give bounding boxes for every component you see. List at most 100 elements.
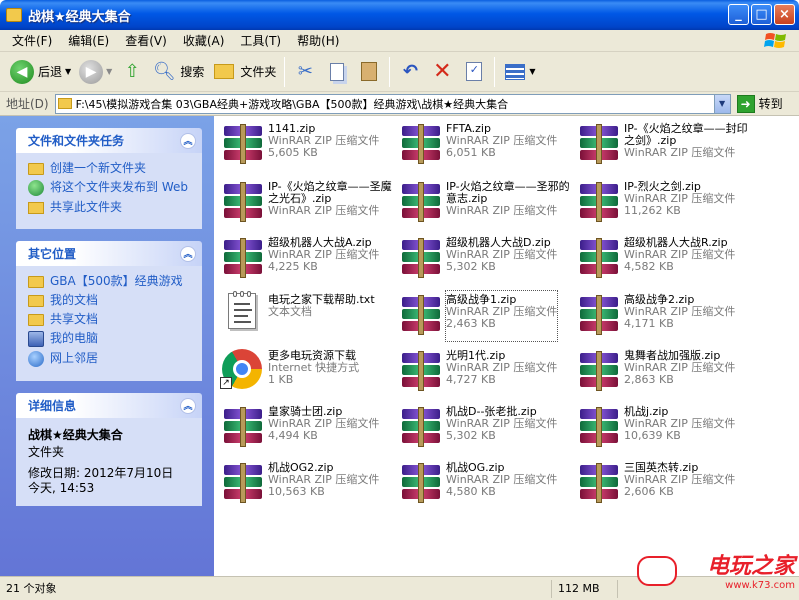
minimize-button[interactable]: _ xyxy=(728,4,749,25)
file-icon xyxy=(574,403,622,451)
file-item[interactable]: 超级机器人大战A.zip WinRAR ZIP 压缩文件 4,225 KB xyxy=(218,234,394,284)
paste-button[interactable] xyxy=(353,55,385,89)
details-header[interactable]: 详细信息 ︽ xyxy=(16,393,202,418)
shortcut-arrow-icon: ↗ xyxy=(220,377,232,389)
place-parent-folder[interactable]: GBA【500款】经典游戏 xyxy=(28,274,194,289)
go-button[interactable]: ➜ 转到 xyxy=(736,94,783,113)
close-button[interactable]: × xyxy=(774,4,795,25)
link-label: 创建一个新文件夹 xyxy=(50,161,147,175)
share-folder-icon xyxy=(28,202,44,214)
link-label: GBA【500款】经典游戏 xyxy=(50,274,183,288)
place-my-documents[interactable]: 我的文档 xyxy=(28,293,194,308)
computer-icon xyxy=(28,331,44,347)
file-item[interactable]: 鬼舞者战加强版.zip WinRAR ZIP 压缩文件 2,863 KB xyxy=(574,347,750,397)
delete-button[interactable]: ✕ xyxy=(426,55,458,89)
file-list[interactable]: 1141.zip WinRAR ZIP 压缩文件 5,605 KB FFTA.zip W… xyxy=(214,116,799,576)
file-item[interactable]: 机战j.zip WinRAR ZIP 压缩文件 10,639 KB xyxy=(574,403,750,453)
file-item[interactable]: 电玩之家下载帮助.txt 文本文档 xyxy=(218,291,394,341)
file-icon xyxy=(396,178,444,226)
file-size: 5,302 KB xyxy=(446,429,496,442)
file-item[interactable]: IP-火焰之纹章——圣邪的意志.zip WinRAR ZIP 压缩文件 xyxy=(396,178,572,228)
file-item[interactable]: 机战OG.zip WinRAR ZIP 压缩文件 4,580 KB xyxy=(396,459,572,509)
other-places-header[interactable]: 其它位置 ︽ xyxy=(16,241,202,266)
winrar-archive-icon xyxy=(580,295,618,335)
file-item[interactable]: ↗ 更多电玩资源下载 Internet 快捷方式 1 KB xyxy=(218,347,394,397)
new-folder-icon xyxy=(28,163,44,175)
file-item[interactable]: 皇家骑士团.zip WinRAR ZIP 压缩文件 4,494 KB xyxy=(218,403,394,453)
back-button[interactable]: ◀ 后退 ▼ xyxy=(6,55,75,89)
file-text: IP-《火焰之纹章——圣魔之光石》.zip WinRAR ZIP 压缩文件 xyxy=(268,178,394,228)
address-path: F:\45\模拟游戏合集 03\GBA经典+游戏攻略\GBA【500款】经典游戏… xyxy=(75,97,509,111)
collapse-icon[interactable]: ︽ xyxy=(180,245,196,262)
copy-button[interactable] xyxy=(321,55,353,89)
shared-documents-icon xyxy=(28,314,44,326)
watermark-brand: 电玩之家 xyxy=(706,554,795,579)
file-size: 4,225 KB xyxy=(268,260,318,273)
folder-icon xyxy=(28,276,44,288)
address-bar: 地址(D) F:\45\模拟游戏合集 03\GBA经典+游戏攻略\GBA【500… xyxy=(0,92,799,116)
file-text: 超级机器人大战D.zip WinRAR ZIP 压缩文件 5,302 KB xyxy=(446,234,557,284)
file-item[interactable]: 1141.zip WinRAR ZIP 压缩文件 5,605 KB xyxy=(218,120,394,170)
file-text: 更多电玩资源下载 Internet 快捷方式 1 KB xyxy=(268,347,359,397)
file-item[interactable]: 机战OG2.zip WinRAR ZIP 压缩文件 10,563 KB xyxy=(218,459,394,509)
menu-view[interactable]: 查看(V) xyxy=(117,32,175,49)
chevron-down-icon: ▼ xyxy=(529,67,536,76)
folders-label: 文件夹 xyxy=(240,65,277,79)
file-item[interactable]: 超级机器人大战D.zip WinRAR ZIP 压缩文件 5,302 KB xyxy=(396,234,572,284)
back-arrow-icon: ◀ xyxy=(10,59,34,84)
winrar-archive-icon xyxy=(402,407,440,447)
up-folder-button[interactable]: ⇧ xyxy=(116,55,148,89)
forward-button[interactable]: ▶ ▼ xyxy=(75,55,116,89)
toolbar-separator xyxy=(284,56,286,87)
place-network[interactable]: 网上邻居 xyxy=(28,351,194,367)
views-button[interactable]: ▼ xyxy=(499,55,539,89)
file-size: 4,727 KB xyxy=(446,373,496,386)
address-input[interactable]: F:\45\模拟游戏合集 03\GBA经典+游戏攻略\GBA【500款】经典游戏… xyxy=(54,93,731,114)
menu-favorites[interactable]: 收藏(A) xyxy=(175,32,233,49)
file-type: 文本文档 xyxy=(268,305,312,318)
menu-file[interactable]: 文件(F) xyxy=(4,32,60,49)
properties-button[interactable]: ✓ xyxy=(458,55,490,89)
winrar-archive-icon xyxy=(580,351,618,391)
title-bar[interactable]: 战棋★经典大集合 _ □ × xyxy=(0,0,799,30)
winrar-archive-icon xyxy=(402,463,440,503)
file-type: WinRAR ZIP 压缩文件 xyxy=(268,204,380,217)
maximize-button[interactable]: □ xyxy=(751,4,772,25)
file-icon xyxy=(218,178,266,226)
file-text: FFTA.zip WinRAR ZIP 压缩文件 6,051 KB xyxy=(446,120,557,170)
collapse-icon[interactable]: ︽ xyxy=(180,132,196,149)
file-icon xyxy=(218,459,266,507)
file-item[interactable]: 光明1代.zip WinRAR ZIP 压缩文件 4,727 KB xyxy=(396,347,572,397)
details-modified: 修改日期: 2012年7月10日 xyxy=(28,466,174,480)
file-size: 2,463 KB xyxy=(446,317,496,330)
folders-button[interactable]: 文件夹 xyxy=(208,55,280,89)
address-dropdown-button[interactable]: ▼ xyxy=(713,94,730,113)
file-item[interactable]: 超级机器人大战R.zip WinRAR ZIP 压缩文件 4,582 KB xyxy=(574,234,750,284)
cut-button[interactable]: ✂ xyxy=(289,55,321,89)
delete-icon: ✕ xyxy=(433,59,452,84)
menu-edit[interactable]: 编辑(E) xyxy=(60,32,117,49)
file-item[interactable]: 三国英杰转.zip WinRAR ZIP 压缩文件 2,606 KB xyxy=(574,459,750,509)
file-item[interactable]: 机战D--张老批.zip WinRAR ZIP 压缩文件 5,302 KB xyxy=(396,403,572,453)
file-item[interactable]: 高级战争2.zip WinRAR ZIP 压缩文件 4,171 KB xyxy=(574,291,750,341)
undo-button[interactable]: ↶ xyxy=(394,55,426,89)
new-folder-link[interactable]: 创建一个新文件夹 xyxy=(28,161,194,176)
place-shared-documents[interactable]: 共享文档 xyxy=(28,312,194,327)
file-tasks-header[interactable]: 文件和文件夹任务 ︽ xyxy=(16,128,202,153)
file-item[interactable]: IP-烈火之剑.zip WinRAR ZIP 压缩文件 11,262 KB xyxy=(574,178,750,228)
file-item[interactable]: FFTA.zip WinRAR ZIP 压缩文件 6,051 KB xyxy=(396,120,572,170)
file-item[interactable]: 高级战争1.zip WinRAR ZIP 压缩文件 2,463 KB xyxy=(396,290,572,342)
winrar-archive-icon xyxy=(402,238,440,278)
file-icon xyxy=(396,347,444,395)
menu-tools[interactable]: 工具(T) xyxy=(232,32,289,49)
menu-help[interactable]: 帮助(H) xyxy=(289,32,347,49)
file-item[interactable]: IP-《火焰之纹章——封印之剑》.zip WinRAR ZIP 压缩文件 xyxy=(574,120,750,170)
search-button[interactable]: 🔍︎ 搜索 xyxy=(148,55,208,89)
collapse-icon[interactable]: ︽ xyxy=(180,397,196,414)
publish-web-link[interactable]: 将这个文件夹发布到 Web xyxy=(28,180,194,196)
file-size: 5,605 KB xyxy=(268,146,318,159)
share-folder-link[interactable]: 共享此文件夹 xyxy=(28,200,194,215)
file-size: 1 KB xyxy=(268,373,294,386)
file-item[interactable]: IP-《火焰之纹章——圣魔之光石》.zip WinRAR ZIP 压缩文件 xyxy=(218,178,394,228)
place-my-computer[interactable]: 我的电脑 xyxy=(28,331,194,347)
